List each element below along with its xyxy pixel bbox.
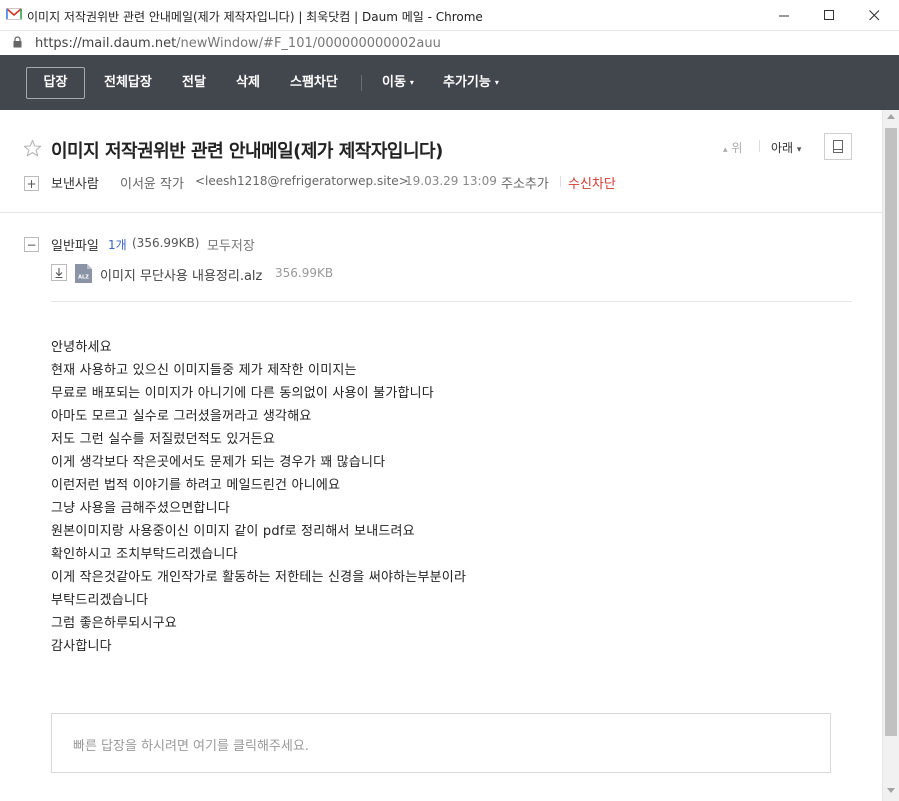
- more-features-dropdown[interactable]: 추가기능 ▾: [443, 67, 499, 99]
- body-line: 안녕하세요: [51, 340, 112, 355]
- toolbar-divider: [361, 75, 362, 91]
- body-line: 감사합니다: [51, 639, 112, 654]
- move-dropdown[interactable]: 이동 ▾: [382, 67, 414, 99]
- scrollbar[interactable]: [882, 110, 899, 801]
- download-icon: [55, 268, 63, 279]
- attachment-file-name[interactable]: 이미지 무단사용 내용정리.alz: [100, 265, 262, 284]
- mail-toolbar: 답장 전체답장 전달 삭제 스팸차단 이동 ▾ 추가기능 ▾: [0, 55, 899, 110]
- spam-block-button[interactable]: 스팸차단: [290, 67, 338, 99]
- body-line: 무료로 배포되는 이미지가 아니기에 다른 동의없이 사용이 불가합니다: [51, 386, 434, 401]
- forward-button[interactable]: 전달: [182, 67, 206, 99]
- header-divider: [560, 176, 561, 187]
- add-contact-link[interactable]: 주소추가: [501, 173, 549, 192]
- download-button[interactable]: [51, 264, 67, 281]
- nav-divider: [759, 140, 760, 152]
- caret-up-icon: ▴: [723, 145, 728, 155]
- attachment-count: 1개: [108, 238, 127, 252]
- caret-down-icon: ▾: [796, 145, 802, 155]
- move-label: 이동: [382, 75, 406, 90]
- next-mail-link[interactable]: 아래 ▾: [771, 139, 801, 156]
- attachment-total-size: (356.99KB): [132, 236, 200, 250]
- minimize-icon: [778, 15, 789, 17]
- alz-badge-text: ALZ: [78, 275, 89, 281]
- maximize-button[interactable]: [806, 0, 852, 31]
- body-line: 현재 사용하고 있으신 이미지들중 제가 제작한 이미지는: [51, 363, 357, 378]
- url-path: /newWindow/#F_101/000000000002auu: [176, 36, 441, 51]
- quick-reply-placeholder: 빠른 답장을 하시려면 여기를 클릭해주세요.: [73, 739, 309, 754]
- block-sender-link[interactable]: 수신차단: [568, 173, 616, 192]
- reply-all-button[interactable]: 전체답장: [104, 67, 152, 99]
- body-line: 이런저런 법적 이야기를 하려고 메일드린건 아니에요: [51, 478, 341, 493]
- mail-subject: 이미지 저작권위반 관련 안내메일(제가 제작자입니다): [51, 141, 443, 162]
- scroll-down-icon[interactable]: [887, 788, 895, 793]
- next-mail-label: 아래: [771, 141, 794, 155]
- window-titlebar: 이미지 저작권위반 관련 안내메일(제가 제작자입니다) | 최욱닷컴 | Da…: [0, 0, 899, 31]
- quick-reply-box[interactable]: 빠른 답장을 하시려면 여기를 클릭해주세요.: [51, 713, 831, 773]
- body-line: 아마도 모르고 실수로 그러셨을꺼라고 생각해요: [51, 409, 312, 424]
- body-line: 부탁드리겠습니다: [51, 593, 149, 608]
- minimize-button[interactable]: [761, 0, 807, 31]
- sender-label: 보낸사람: [51, 177, 99, 192]
- close-button[interactable]: [851, 0, 897, 31]
- close-icon: [868, 10, 879, 21]
- body-line: 확인하시고 조치부탁드리겠습니다: [51, 547, 238, 562]
- save-all-link[interactable]: 모두저장: [207, 235, 255, 254]
- print-icon: [833, 139, 843, 153]
- body-line: 저도 그런 실수를 저질렀던적도 있거든요: [51, 432, 276, 447]
- star-icon[interactable]: [23, 139, 42, 158]
- collapse-attachments-toggle[interactable]: −: [24, 237, 39, 252]
- maximize-icon: [823, 10, 834, 20]
- gmail-tab-icon: [6, 8, 22, 20]
- prev-mail-link[interactable]: ▴ 위: [723, 139, 742, 156]
- attachment-file-size: 356.99KB: [275, 266, 334, 280]
- mail-date: 19.03.29 13:09: [405, 174, 497, 188]
- print-button[interactable]: [824, 133, 852, 160]
- sender-email[interactable]: <leesh1218@refrigeratorwep.site>: [195, 174, 409, 188]
- more-label: 추가기능: [443, 75, 491, 90]
- header-separator: [0, 212, 882, 213]
- mail-body: 안녕하세요현재 사용하고 있으신 이미지들중 제가 제작한 이미지는무료로 배포…: [51, 339, 466, 661]
- window-title: 이미지 저작권위반 관련 안내메일(제가 제작자입니다) | 최욱닷컴 | Da…: [27, 10, 483, 24]
- url-host: https://mail.daum.net: [35, 36, 177, 51]
- attachment-separator: [51, 301, 852, 302]
- body-line: 이게 생각보다 작은곳에서도 문제가 되는 경우가 꽤 많습니다: [51, 455, 386, 470]
- url-text[interactable]: https://mail.daum.net/newWindow/#F_101/0…: [35, 36, 441, 51]
- delete-button[interactable]: 삭제: [236, 67, 260, 99]
- body-line: 그럼 좋은하루되시구요: [51, 616, 177, 631]
- body-line: 원본이미지랑 사용중이신 이미지 같이 pdf로 정리해서 보내드려요: [51, 524, 415, 539]
- attachment-label: 일반파일: [51, 239, 99, 254]
- expand-sender-toggle[interactable]: +: [24, 176, 39, 191]
- chevron-down-icon: ▾: [409, 78, 414, 87]
- body-line: 그냥 사용을 금해주셨으면합니다: [51, 501, 230, 516]
- scroll-thumb[interactable]: [885, 128, 897, 736]
- address-bar[interactable]: https://mail.daum.net/newWindow/#F_101/0…: [0, 31, 899, 55]
- reply-button[interactable]: 답장: [26, 67, 85, 99]
- scroll-up-icon[interactable]: [887, 114, 895, 119]
- chevron-down-icon: ▾: [494, 78, 499, 87]
- sender-name[interactable]: 이서윤 작가: [120, 173, 184, 192]
- alz-file-icon: ALZ: [75, 264, 92, 283]
- prev-mail-label: 위: [731, 141, 743, 155]
- body-line: 이게 작은것같아도 개인작가로 활동하는 저한테는 신경을 써야하는부분이라: [51, 570, 467, 585]
- lock-icon: [13, 36, 22, 48]
